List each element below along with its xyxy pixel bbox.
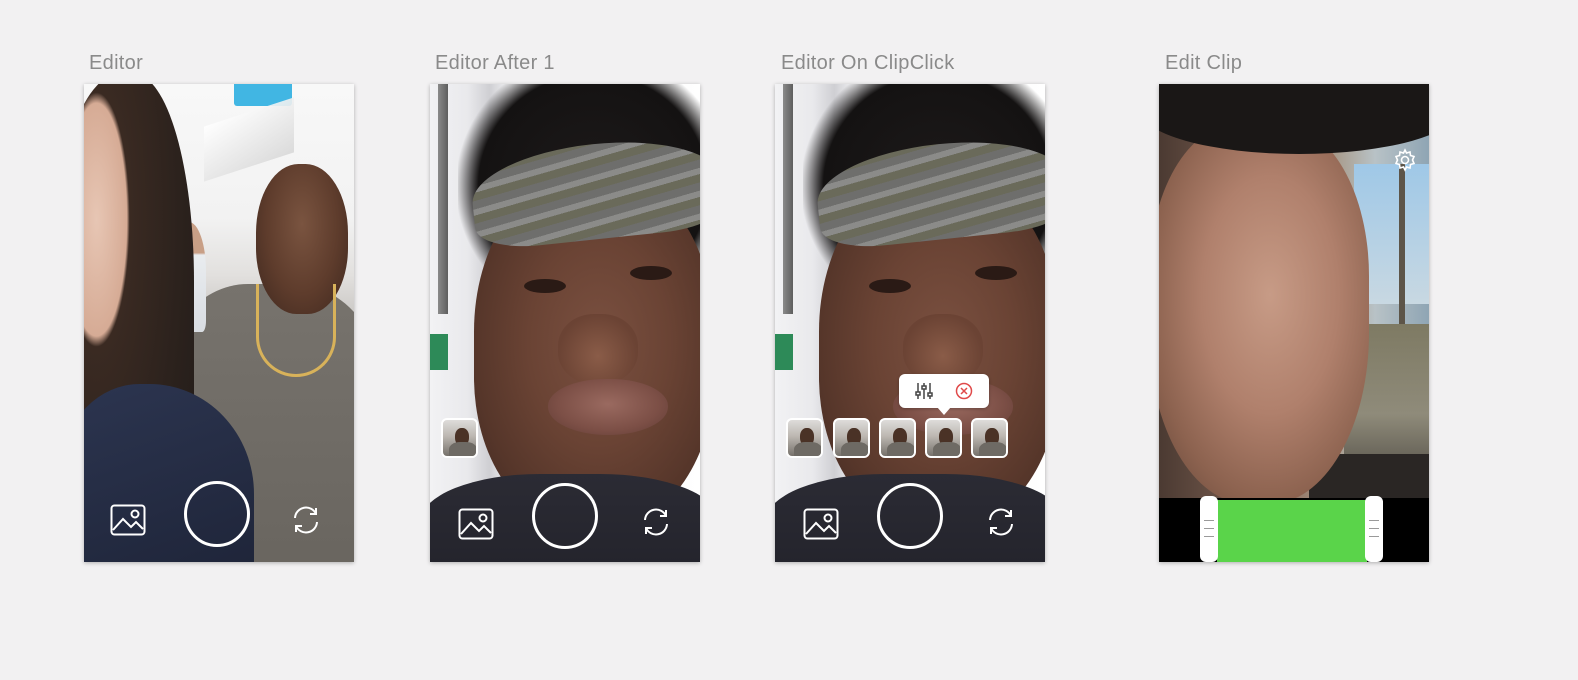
- trim-start-handle[interactable]: [1200, 496, 1218, 562]
- clip-thumbnail[interactable]: [786, 418, 823, 458]
- gallery-icon[interactable]: [458, 508, 494, 540]
- trim-selected-range[interactable]: [1217, 500, 1367, 562]
- artboard-label-editor-on-clipclick: Editor On ClipClick: [781, 52, 955, 74]
- editor-after-1-screen: [430, 84, 700, 562]
- clip-action-popover: [899, 374, 989, 415]
- clip-thumbnail-selected[interactable]: [925, 418, 962, 458]
- record-button[interactable]: [877, 483, 943, 549]
- gallery-icon[interactable]: [803, 508, 839, 540]
- editor-screen: [84, 84, 354, 562]
- artboard-label-editor-after-1: Editor After 1: [435, 52, 555, 74]
- clip-thumbnail[interactable]: [833, 418, 870, 458]
- sliders-icon[interactable]: [915, 382, 933, 405]
- editor-on-clipclick-screen: [775, 84, 1045, 562]
- edit-clip-screen: [1159, 84, 1429, 562]
- gallery-icon[interactable]: [110, 504, 146, 536]
- artboard-label-editor: Editor: [89, 52, 144, 74]
- delete-clip-icon[interactable]: [955, 382, 973, 405]
- artboard-label-edit-clip: Edit Clip: [1165, 52, 1243, 74]
- camera-flip-icon[interactable]: [290, 504, 322, 536]
- camera-flip-icon[interactable]: [985, 506, 1017, 538]
- clip-thumbnail[interactable]: [879, 418, 916, 458]
- clip-preview: [1159, 84, 1429, 562]
- record-button[interactable]: [532, 483, 598, 549]
- clip-thumbnail[interactable]: [441, 418, 478, 458]
- gear-icon[interactable]: [1393, 148, 1417, 172]
- trim-end-handle[interactable]: [1365, 496, 1383, 562]
- camera-flip-icon[interactable]: [640, 506, 672, 538]
- clip-thumbnail[interactable]: [971, 418, 1008, 458]
- record-button[interactable]: [184, 481, 250, 547]
